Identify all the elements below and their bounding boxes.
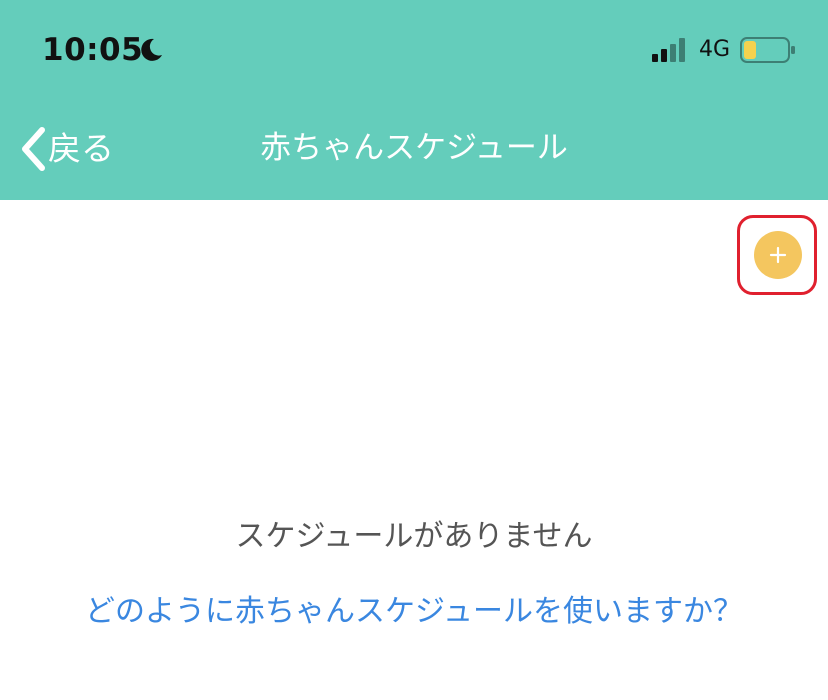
network-type: 4G [699, 37, 731, 62]
help-link[interactable]: どのように赤ちゃんスケジュールを使いますか？ [0, 590, 828, 634]
signal-icon [652, 38, 685, 62]
add-schedule-button[interactable] [754, 231, 802, 279]
plus-icon [769, 246, 787, 264]
battery-icon [740, 37, 795, 63]
back-button[interactable]: 戻る [18, 124, 114, 174]
header: 10:05 4G 戻る 赤ちゃんスケジュール [0, 0, 828, 200]
back-label: 戻る [48, 129, 114, 168]
moon-icon [141, 38, 162, 61]
chevron-left-icon [22, 127, 45, 171]
empty-state-message: スケジュールがありません [235, 519, 593, 554]
page-title: 赤ちゃんスケジュール [260, 130, 568, 166]
status-time: 10:05 [42, 32, 144, 68]
